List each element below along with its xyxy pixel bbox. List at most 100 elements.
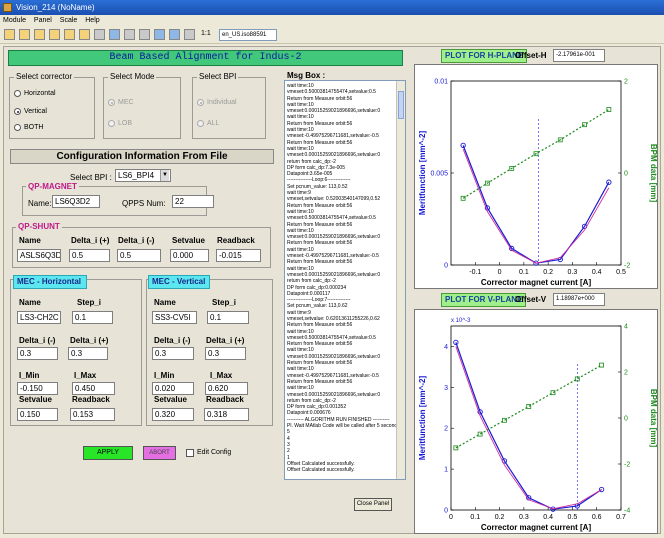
radio-both[interactable]: BOTH bbox=[14, 124, 43, 131]
x-tick-label: 0.2 bbox=[543, 269, 553, 276]
mech-imax-field[interactable]: 0.450 bbox=[72, 382, 115, 395]
mech-dplus-label: Delta_i (+) bbox=[70, 336, 109, 345]
mecv-dminus-label: Delta_i (-) bbox=[154, 336, 191, 345]
library-icon[interactable] bbox=[79, 29, 90, 40]
mecv-dminus-field[interactable]: 0.3 bbox=[152, 347, 194, 360]
mecv-dplus-field[interactable]: 0.3 bbox=[205, 347, 246, 360]
scrollbar-thumb[interactable] bbox=[398, 91, 404, 119]
mecv-step-label: Step_i bbox=[212, 298, 237, 307]
mech-imin-field[interactable]: -0.150 bbox=[17, 382, 58, 395]
mech-step-label: Step_i bbox=[77, 298, 102, 307]
y-tick-label: 2 bbox=[444, 426, 448, 433]
mecv-imin-field[interactable]: 0.020 bbox=[152, 382, 194, 395]
radio-individual[interactable]: Individual bbox=[197, 99, 237, 106]
qpps-label: QPPS Num: bbox=[122, 199, 166, 208]
qp-magnet-label: QP-MAGNET bbox=[26, 182, 79, 191]
x-axis-label: Corrector magnet current [A] bbox=[481, 523, 592, 532]
mech-readback-field[interactable]: 0.153 bbox=[70, 408, 115, 421]
zoom-out-icon[interactable] bbox=[169, 29, 180, 40]
fit-icon[interactable] bbox=[184, 29, 195, 40]
menu-help[interactable]: Help bbox=[82, 15, 102, 26]
y-axis-label: Meritfunction [mm^-2] bbox=[418, 131, 427, 216]
shunt-header-dminus: Delta_i (-) bbox=[118, 236, 155, 245]
bpi-select[interactable]: LS6_BPI4 ▼ bbox=[115, 169, 171, 182]
menu-panel[interactable]: Panel bbox=[31, 15, 55, 26]
plot-h-frame: -0.1 0 0.1 0.2 0.3 0.4 0.5 0 0.005 0.01 -2 0 2 Correc… bbox=[414, 64, 658, 289]
msg-line: Offset Calculated successfully. bbox=[287, 467, 355, 474]
menu-scale[interactable]: Scale bbox=[57, 15, 81, 26]
drag-icon[interactable] bbox=[139, 29, 150, 40]
mech-name-field[interactable]: LS3-CH2C bbox=[17, 311, 61, 324]
radio-vertical[interactable]: Vertical bbox=[14, 108, 47, 115]
plot-v-chart: 0 0.1 0.2 0.3 0.4 0.5 0.6 0.7 0 1 2 3 4 -4 -2 0 2 4 x 10^-… bbox=[418, 318, 658, 532]
print-icon[interactable] bbox=[49, 29, 60, 40]
zoom-in-icon[interactable] bbox=[154, 29, 165, 40]
new-file-icon[interactable] bbox=[4, 29, 15, 40]
menu-module[interactable]: Module bbox=[0, 15, 29, 26]
qp-name-field[interactable]: LS6Q3D2 bbox=[52, 195, 100, 208]
mech-step-field[interactable]: 0.1 bbox=[72, 311, 113, 324]
save-icon[interactable] bbox=[34, 29, 45, 40]
mech-dminus-field[interactable]: 0.3 bbox=[17, 347, 58, 360]
y-tick-label: 4 bbox=[444, 344, 448, 351]
module-icon[interactable] bbox=[64, 29, 75, 40]
shunt-setvalue-field[interactable]: 0.000 bbox=[170, 249, 209, 262]
x-tick-label: 0.1 bbox=[519, 269, 529, 276]
mec-vertical-title: MEC - Vertical bbox=[148, 275, 210, 289]
mecv-imax-field[interactable]: 0.620 bbox=[205, 382, 248, 395]
mecv-step-field[interactable]: 0.1 bbox=[207, 311, 249, 324]
radio-mec[interactable]: MEC bbox=[108, 99, 134, 106]
apply-button[interactable]: APPLY bbox=[83, 446, 133, 460]
radio-all[interactable]: ALL bbox=[197, 120, 219, 127]
chevron-down-icon[interactable]: ▼ bbox=[160, 170, 169, 181]
x-tick-label: 0.5 bbox=[616, 269, 626, 276]
language-select[interactable]: en_US.iso88591 bbox=[219, 29, 277, 41]
mecv-dplus-label: Delta_i (+) bbox=[206, 336, 245, 345]
pointer-icon[interactable] bbox=[109, 29, 120, 40]
mecv-name-field[interactable]: SS3-CV5I bbox=[152, 311, 197, 324]
shunt-dplus-field[interactable]: 0.5 bbox=[69, 249, 110, 262]
radio-horizontal[interactable]: Horizontal bbox=[14, 90, 56, 97]
offset-h-field[interactable]: -2.17961e-001 bbox=[553, 49, 605, 62]
x-tick-label: 0.3 bbox=[519, 514, 529, 521]
shunt-name-field[interactable]: ASLS6Q3D2 bbox=[17, 249, 61, 262]
offset-v-field[interactable]: 1.18987e+000 bbox=[553, 293, 605, 306]
mecv-readback-field[interactable]: 0.318 bbox=[204, 408, 249, 421]
y-tick-label: 3 bbox=[444, 385, 448, 392]
open-folder-icon[interactable] bbox=[19, 29, 30, 40]
app-icon bbox=[3, 3, 12, 12]
scrollbar[interactable] bbox=[396, 81, 405, 479]
plot-area bbox=[450, 80, 622, 266]
select-corrector-label: Select corrector bbox=[14, 72, 75, 81]
y2-tick-label: -2 bbox=[624, 263, 630, 270]
mecv-readback-label: Readback bbox=[206, 395, 244, 404]
shunt-readback-field[interactable]: -0.015 bbox=[216, 249, 261, 262]
close-panel-button[interactable]: Close Panel bbox=[354, 498, 392, 511]
shunt-header-name: Name bbox=[19, 236, 41, 245]
mecv-setvalue-field[interactable]: 0.320 bbox=[152, 408, 194, 421]
qpps-field[interactable]: 22 bbox=[172, 195, 214, 208]
radio-lob[interactable]: LOB bbox=[108, 120, 132, 127]
abort-button[interactable]: ABORT bbox=[143, 446, 176, 460]
x-tick-label: 0.5 bbox=[568, 514, 578, 521]
shunt-dminus-field[interactable]: 0.5 bbox=[117, 249, 161, 262]
qp-shunt-label: QP-SHUNT bbox=[16, 222, 62, 231]
mech-name-label: Name bbox=[19, 298, 41, 307]
edit-config-checkbox[interactable] bbox=[186, 449, 194, 457]
mech-dplus-field[interactable]: 0.3 bbox=[68, 347, 108, 360]
plot-v-title: PLOT FOR V-PLANE bbox=[441, 293, 527, 307]
y-tick-label: 0 bbox=[444, 508, 448, 515]
move-icon[interactable] bbox=[124, 29, 135, 40]
y2-tick-label: 0 bbox=[624, 171, 628, 178]
plot-v-frame: 0 0.1 0.2 0.3 0.4 0.5 0.6 0.7 0 1 2 3 4 -4 -2 0 2 4 x 10^-… bbox=[414, 309, 658, 534]
message-box[interactable]: wait time:10 vmeset:0.50003814755474,setv… bbox=[284, 80, 406, 480]
config-title: Configuration Information From File bbox=[10, 149, 274, 164]
message-lines: wait time:10 vmeset:0.50003814755474,setv… bbox=[287, 83, 401, 474]
mech-setvalue-field[interactable]: 0.150 bbox=[17, 408, 58, 421]
plot-h-chart: -0.1 0 0.1 0.2 0.3 0.4 0.5 0 0.005 0.01 -2 0 2 Correc… bbox=[418, 79, 658, 288]
zoom-level[interactable]: 1:1 bbox=[201, 30, 211, 37]
mech-setvalue-label: Setvalue bbox=[19, 395, 52, 404]
mech-imax-label: I_Max bbox=[74, 371, 97, 380]
y-tick-label: 0.01 bbox=[434, 79, 448, 86]
properties-icon[interactable] bbox=[94, 29, 105, 40]
